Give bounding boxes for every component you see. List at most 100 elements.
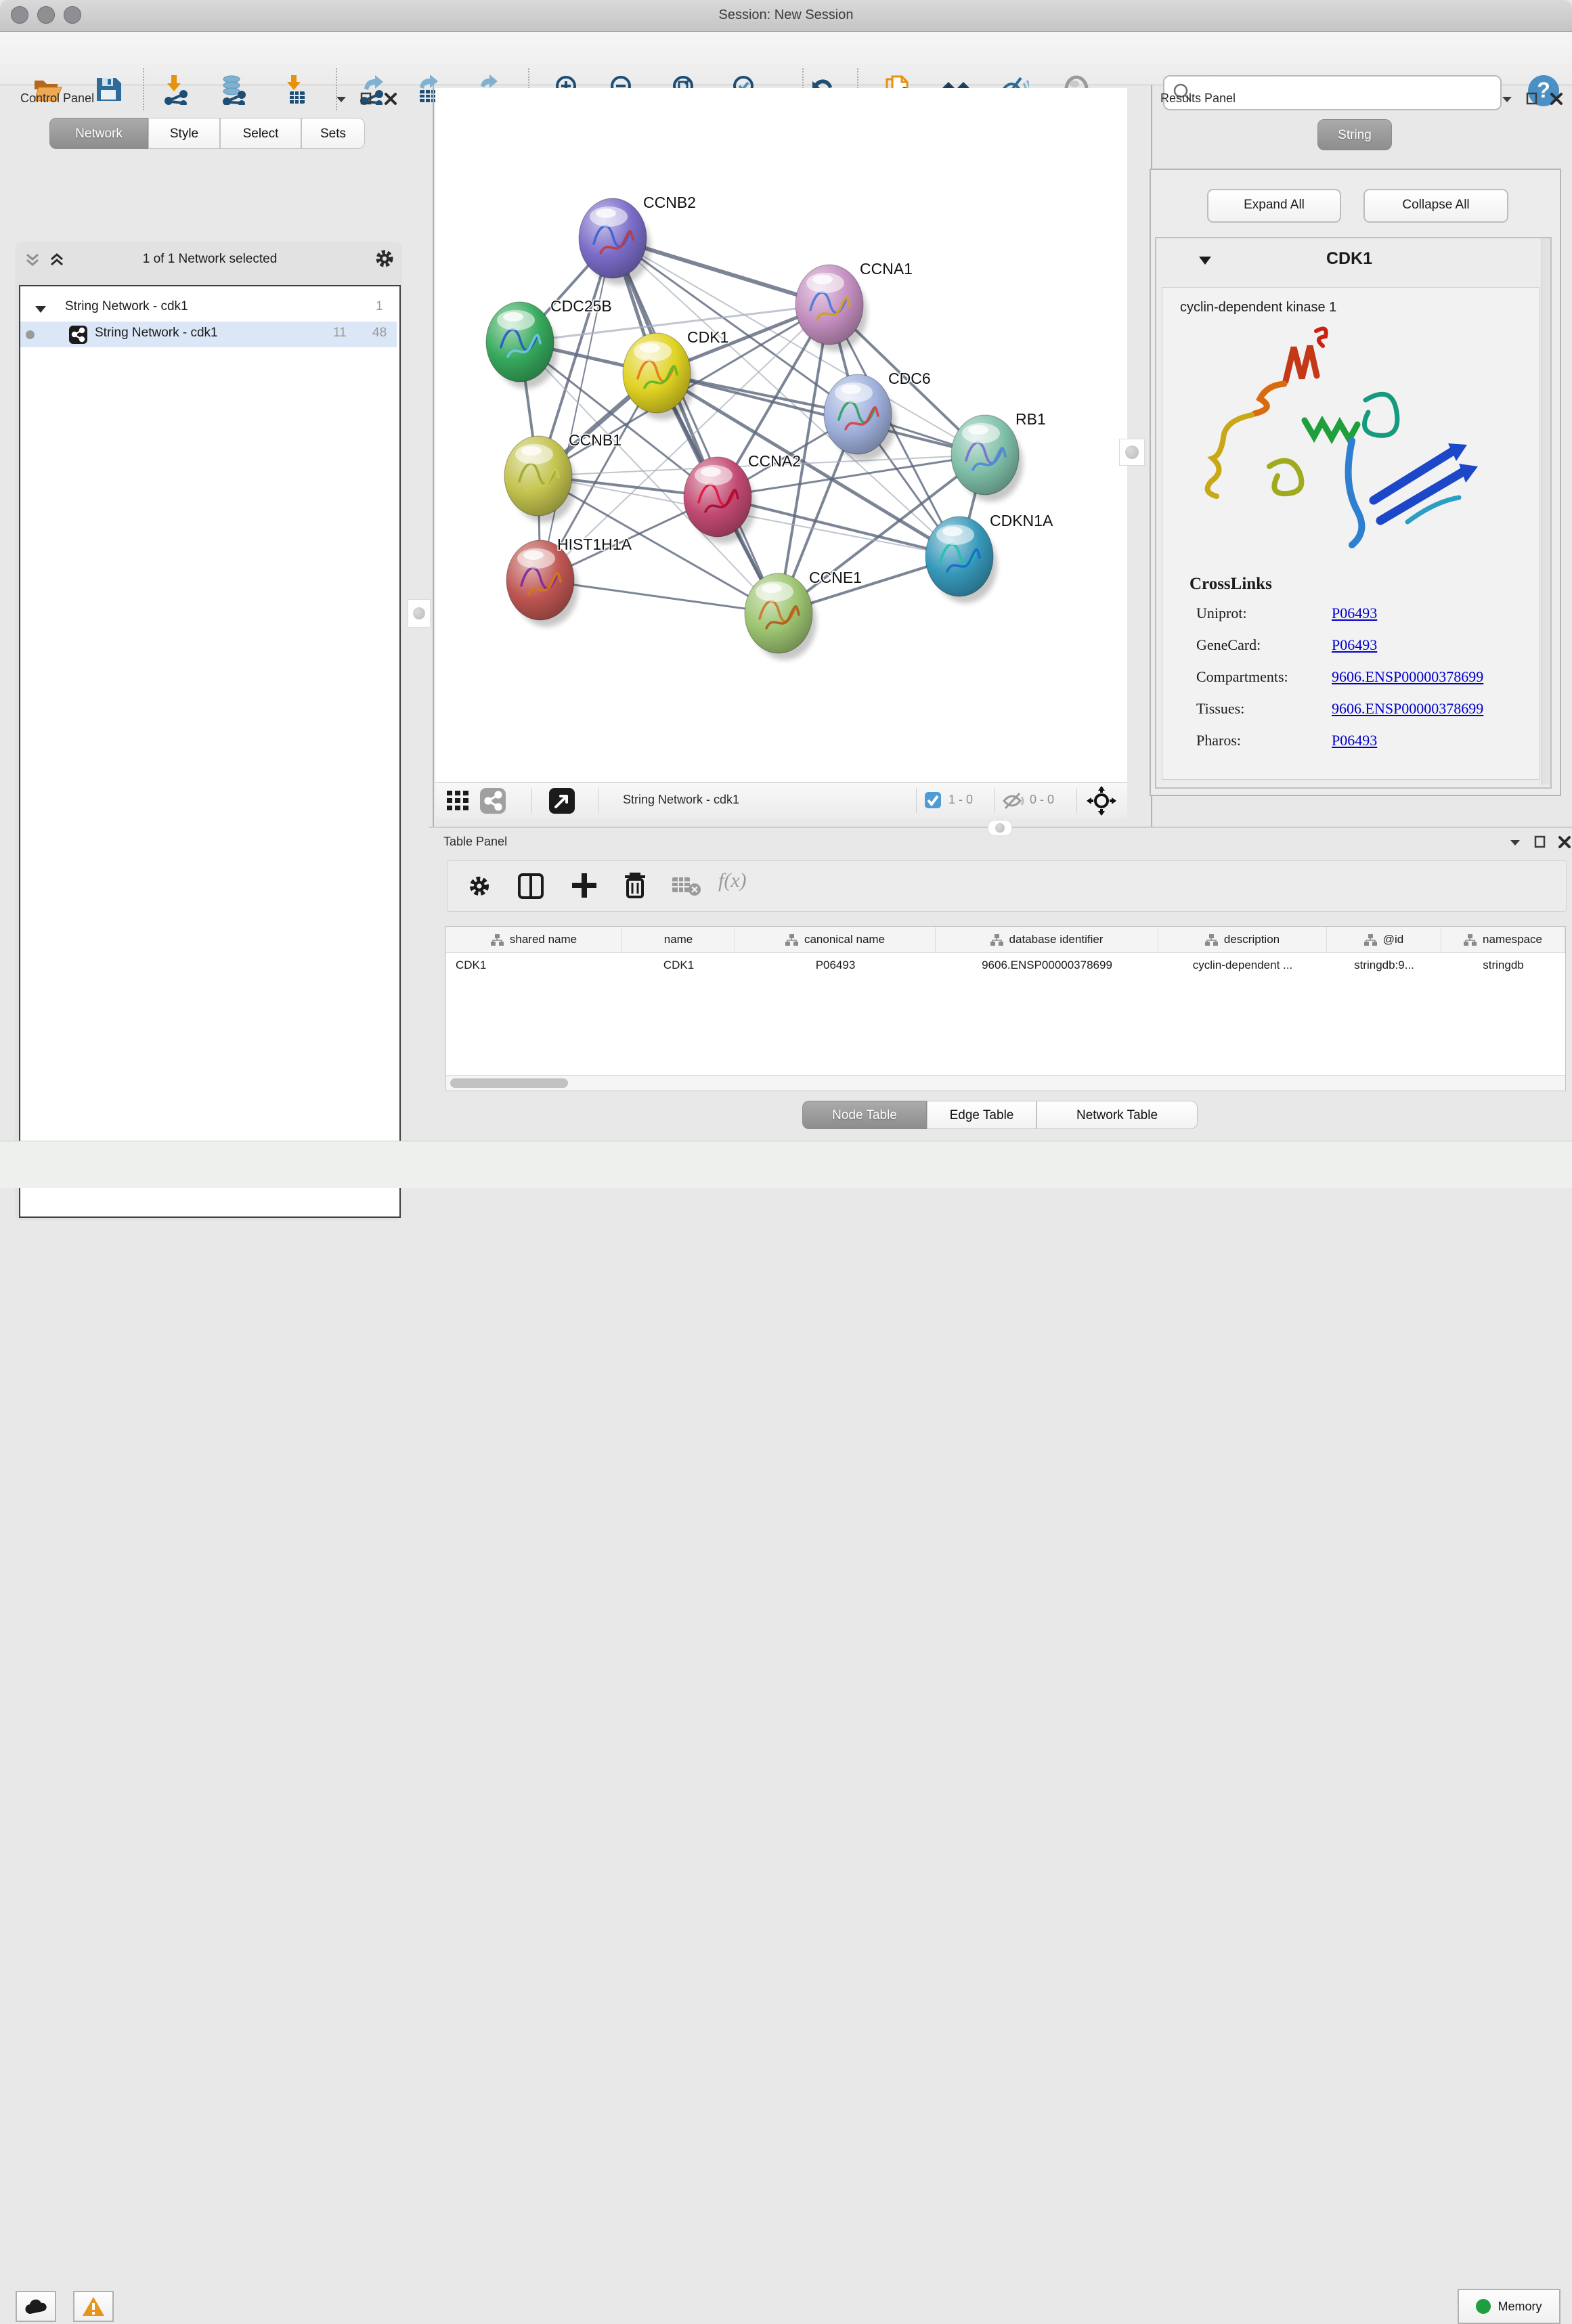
tab-network[interactable]: Network: [49, 118, 148, 149]
collapse-all-networks-icon[interactable]: [23, 250, 42, 269]
crosslink-row-tissues: Tissues:9606.ENSP00000378699: [1196, 700, 1483, 718]
right-divider-handle[interactable]: [1119, 439, 1145, 466]
string-network-icon: [69, 326, 87, 344]
node-label-RB1: RB1: [1016, 410, 1046, 428]
network-node-CDC6[interactable]: CDC6: [824, 370, 931, 461]
network-options-gear-icon[interactable]: [373, 247, 396, 270]
column-header-description[interactable]: description: [1158, 927, 1327, 952]
network-node-CCNB2[interactable]: CCNB2: [579, 194, 696, 285]
close-panel-icon[interactable]: [1557, 835, 1572, 850]
results-panel-window-buttons: [1491, 91, 1564, 106]
close-panel-icon[interactable]: [383, 91, 398, 106]
network-node-HIST1H1A[interactable]: HIST1H1A: [506, 535, 632, 627]
collapse-all-button[interactable]: Collapse All: [1363, 189, 1508, 223]
hidden-eye-icon[interactable]: [1002, 792, 1025, 810]
tab-style[interactable]: Style: [148, 118, 220, 149]
network-node-count: 11: [333, 326, 347, 341]
network-edge-CCNB2-CCNE1[interactable]: [613, 238, 779, 613]
table-row[interactable]: CDK1CDK1P064939606.ENSP00000378699cyclin…: [446, 952, 1565, 978]
network-view-toolbar: String Network - cdk1 1 - 0 0 - 0: [435, 782, 1127, 818]
control-network-divider[interactable]: [433, 85, 434, 827]
grid-view-icon[interactable]: [447, 791, 470, 811]
show-columns-icon[interactable]: [518, 873, 544, 899]
delete-column-trash-icon[interactable]: [622, 871, 648, 900]
network-node-CCNA1[interactable]: CCNA1: [795, 260, 913, 351]
gene-description-box: cyclin-dependent kinase 1 CrossLinks: [1162, 287, 1540, 780]
cell-database-identifier[interactable]: 9606.ENSP00000378699: [936, 952, 1158, 978]
column-header-namespace[interactable]: namespace: [1441, 927, 1565, 952]
panel-menu-icon[interactable]: [334, 91, 349, 106]
crosslink-row-compartments: Compartments:9606.ENSP00000378699: [1196, 668, 1483, 686]
memory-button[interactable]: Memory: [1458, 2289, 1560, 2324]
fit-content-crosshair-icon[interactable]: [1087, 786, 1116, 816]
add-column-icon[interactable]: [571, 872, 598, 899]
network-collection-row[interactable]: String Network - cdk1 1: [20, 296, 397, 322]
column-header-name[interactable]: name: [622, 927, 735, 952]
tab-edge-table[interactable]: Edge Table: [927, 1101, 1036, 1129]
network-node-CCNB1[interactable]: CCNB1: [504, 431, 621, 523]
network-edge-CCNB2-HIST1H1A[interactable]: [540, 238, 613, 580]
tab-sets[interactable]: Sets: [301, 118, 365, 149]
cell-description[interactable]: cyclin-dependent ...: [1158, 952, 1327, 978]
tab-network-table[interactable]: Network Table: [1036, 1101, 1198, 1129]
column-header-database-identifier[interactable]: database identifier: [936, 927, 1158, 952]
crosslink-value-link[interactable]: 9606.ENSP00000378699: [1332, 700, 1483, 717]
warning-button[interactable]: [73, 2291, 114, 2322]
network-edge-CDK1-RB1[interactable]: [657, 373, 985, 455]
crosslink-value-link[interactable]: P06493: [1332, 636, 1377, 653]
float-panel-icon[interactable]: [1525, 91, 1540, 106]
table-horizontal-scrollbar[interactable]: [446, 1075, 1565, 1091]
left-divider-handle[interactable]: [408, 599, 431, 628]
column-header-shared-name[interactable]: shared name: [446, 927, 622, 952]
panel-menu-icon[interactable]: [1508, 835, 1523, 850]
main-toolbar: ?: [0, 32, 1572, 85]
tab-string-results[interactable]: String: [1317, 119, 1392, 150]
results-scrollbar[interactable]: [1542, 238, 1550, 785]
crosslink-label: Uniprot:: [1196, 605, 1332, 622]
control-panel-title: Control Panel: [20, 91, 94, 106]
column-header-canonical-name[interactable]: canonical name: [735, 927, 936, 952]
network-node-CCNE1[interactable]: CCNE1: [745, 569, 862, 660]
tab-node-table[interactable]: Node Table: [802, 1101, 927, 1129]
crosslinks-title: CrossLinks: [1189, 575, 1272, 594]
cell-name[interactable]: CDK1: [622, 952, 735, 978]
float-panel-icon[interactable]: [359, 91, 374, 106]
network-row-selected[interactable]: String Network - cdk1 11 48: [20, 322, 397, 347]
network-share-view-icon[interactable]: [480, 788, 506, 814]
network-node-RB1[interactable]: RB1: [951, 410, 1046, 502]
crosslink-label: Pharos:: [1196, 732, 1332, 749]
tab-select[interactable]: Select: [220, 118, 301, 149]
crosslink-value-link[interactable]: P06493: [1332, 605, 1377, 621]
collection-expand-icon[interactable]: [34, 303, 47, 316]
cloud-icon: [24, 2298, 48, 2315]
network-node-CDKN1A[interactable]: CDKN1A: [925, 512, 1053, 603]
gene-name-header[interactable]: CDK1: [1156, 249, 1542, 269]
float-panel-icon[interactable]: [1533, 835, 1548, 850]
selected-count: 1 - 0: [948, 793, 973, 807]
close-panel-icon[interactable]: [1549, 91, 1564, 106]
cell-namespace[interactable]: stringdb: [1441, 952, 1565, 978]
birds-eye-view-icon[interactable]: [549, 788, 575, 814]
crosslink-value-link[interactable]: 9606.ENSP00000378699: [1332, 668, 1483, 685]
table-settings-gear-icon[interactable]: [466, 873, 492, 899]
cell-shared-name[interactable]: CDK1: [446, 952, 622, 978]
cloud-button[interactable]: [16, 2291, 56, 2322]
node-label-CCNA1: CCNA1: [860, 260, 913, 278]
network-canvas[interactable]: CCNB2 CCNA1 CDC25B CDK1 CDC6 RB1: [435, 88, 1127, 782]
scrollbar-thumb[interactable]: [450, 1078, 568, 1088]
expand-all-networks-icon[interactable]: [47, 250, 66, 269]
table-toolbar: f(x): [447, 860, 1567, 912]
cell-canonical-name[interactable]: P06493: [735, 952, 936, 978]
delete-table-icon[interactable]: [672, 876, 701, 898]
selected-checkbox-icon[interactable]: [924, 791, 942, 809]
crosslink-value-link[interactable]: P06493: [1332, 732, 1377, 749]
panel-menu-icon[interactable]: [1500, 91, 1515, 106]
table-panel-title: Table Panel: [443, 835, 507, 849]
table-header-row: shared namenamecanonical namedatabase id…: [446, 927, 1565, 953]
column-header-id[interactable]: @id: [1327, 927, 1441, 952]
netbar-separator: [1076, 788, 1077, 813]
node-table: shared namenamecanonical namedatabase id…: [445, 926, 1566, 1091]
cell-id[interactable]: stringdb:9...: [1327, 952, 1441, 978]
expand-all-button[interactable]: Expand All: [1207, 189, 1341, 223]
function-builder-icon[interactable]: f(x): [718, 869, 747, 892]
